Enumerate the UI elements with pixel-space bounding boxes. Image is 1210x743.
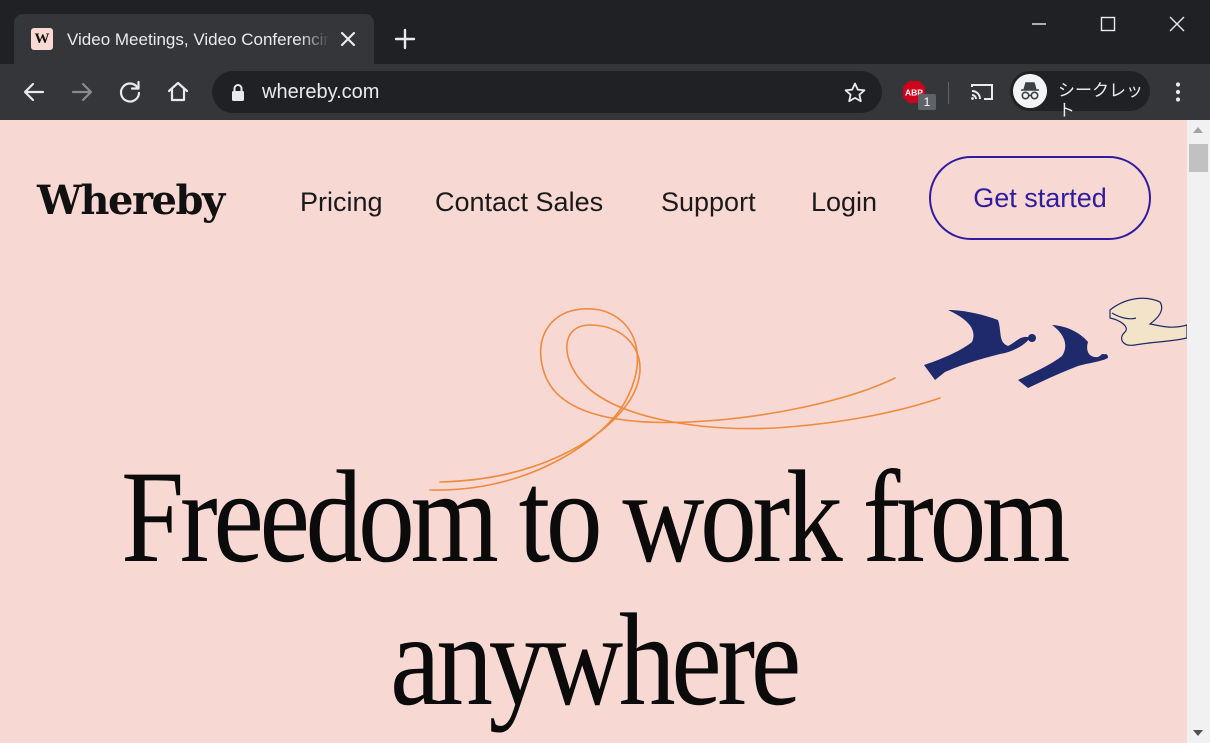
tab-title: Video Meetings, Video Conferencing: [67, 30, 329, 49]
browser-menu-icon[interactable]: [1164, 78, 1192, 106]
hero-headline-line-2: anywhere: [390, 586, 801, 733]
close-tab-icon[interactable]: [336, 27, 360, 51]
scroll-down-arrow-icon[interactable]: [1193, 730, 1203, 736]
back-arrow-icon[interactable]: [20, 78, 48, 106]
get-started-button[interactable]: Get started: [929, 156, 1151, 240]
adblock-count-badge: 1: [918, 94, 936, 110]
incognito-profile-chip[interactable]: シークレット: [1010, 71, 1150, 120]
hero-headline-line-1: Freedom to work from: [121, 443, 1070, 590]
nav-link-login[interactable]: Login: [811, 186, 877, 218]
minimize-window-icon[interactable]: [1025, 10, 1053, 38]
incognito-label: シークレット: [1058, 81, 1143, 120]
page-viewport: Whereby Pricing Contact Sales Support Lo…: [0, 120, 1187, 743]
close-window-icon[interactable]: [1163, 10, 1191, 38]
bookmark-star-icon[interactable]: [842, 80, 868, 106]
home-icon[interactable]: [164, 78, 192, 106]
nav-link-pricing[interactable]: Pricing: [300, 186, 383, 218]
new-tab-icon[interactable]: [392, 26, 418, 52]
whereby-favicon-icon: W: [31, 28, 53, 50]
nav-link-contact-sales[interactable]: Contact Sales: [435, 186, 603, 218]
nav-link-support[interactable]: Support: [661, 186, 756, 218]
browser-tab-active[interactable]: W Video Meetings, Video Conferencing: [14, 14, 374, 65]
page-scrollbar[interactable]: [1187, 120, 1210, 743]
address-bar[interactable]: whereby.com: [212, 71, 882, 113]
lock-icon[interactable]: [229, 82, 247, 102]
url-text[interactable]: whereby.com: [262, 81, 379, 103]
incognito-icon: [1013, 74, 1047, 108]
reload-icon[interactable]: [116, 78, 144, 106]
scrollbar-thumb[interactable]: [1189, 144, 1208, 172]
maximize-window-icon[interactable]: [1094, 10, 1122, 38]
whereby-logo[interactable]: Whereby: [37, 176, 225, 226]
toolbar-divider: [948, 82, 949, 104]
scroll-up-arrow-icon[interactable]: [1193, 127, 1203, 133]
cast-icon[interactable]: [968, 78, 996, 106]
forward-arrow-icon[interactable]: [68, 78, 96, 106]
browser-toolbar: whereby.com ABP 1 シークレット: [0, 64, 1210, 120]
browser-titlebar: W Video Meetings, Video Conferencing: [0, 0, 1210, 65]
tab-title-fade: [300, 26, 330, 52]
birds-illustration: [924, 297, 1187, 388]
